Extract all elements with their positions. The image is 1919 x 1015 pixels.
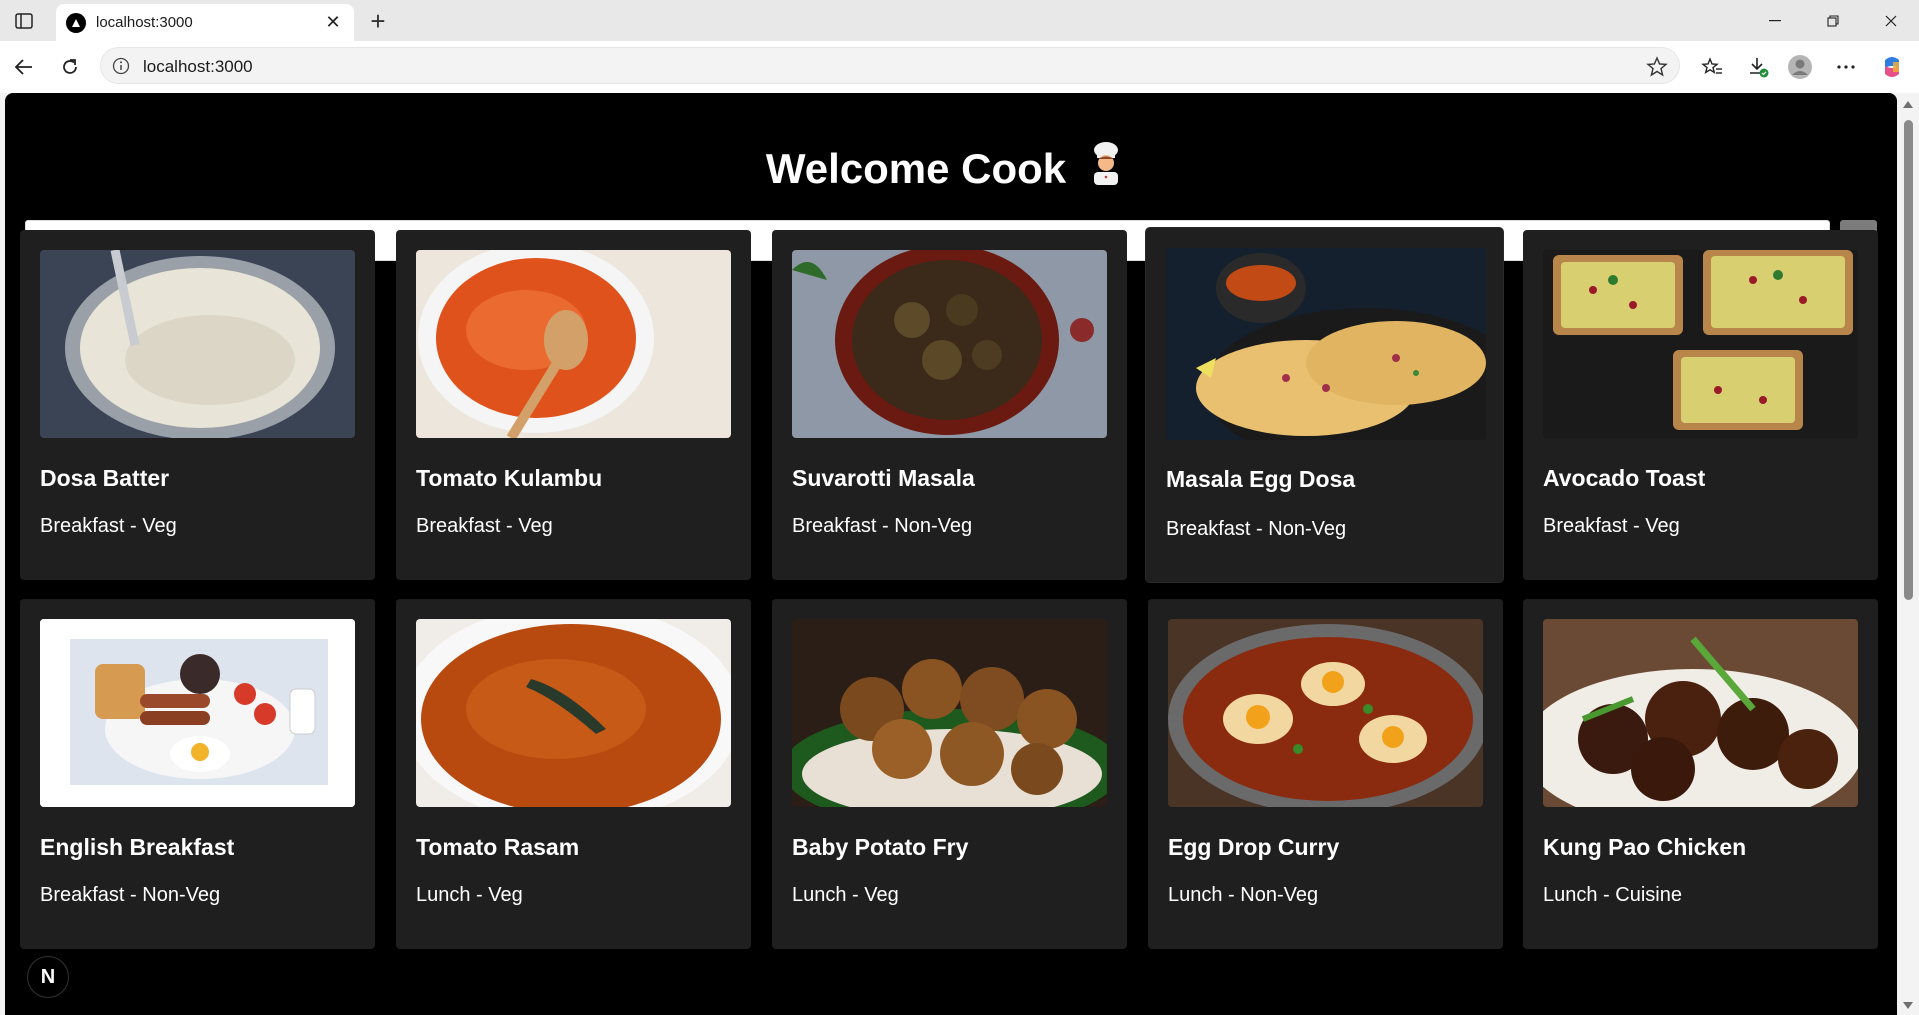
recipe-card[interactable]: English Breakfast Breakfast - Non-Veg (20, 599, 375, 949)
recipe-meta: Breakfast - Non-Veg (1166, 518, 1347, 540)
more-options-icon[interactable] (1830, 51, 1862, 83)
recipe-title: English Breakfast (40, 834, 235, 860)
favorites-icon[interactable] (1696, 51, 1728, 83)
restore-icon[interactable] (1810, 6, 1856, 36)
recipe-meta: Breakfast - Non-Veg (40, 884, 221, 906)
recipe-card[interactable]: Masala Egg Dosa Breakfast - Non-Veg (1146, 228, 1503, 582)
recipe-title: Baby Potato Fry (792, 834, 969, 860)
reload-icon[interactable] (54, 51, 86, 83)
kung-pao-chicken-image (1543, 619, 1858, 807)
egg-drop-curry-image (1168, 619, 1483, 807)
downloads-icon[interactable] (1742, 51, 1774, 83)
nextjs-dev-badge[interactable]: N (27, 956, 69, 998)
tomato-rasam-image (416, 619, 731, 807)
minimize-icon[interactable] (1752, 6, 1798, 36)
baby-potato-fry-image (792, 619, 1107, 807)
scroll-down-icon[interactable] (1903, 1002, 1913, 1009)
app-page: Welcome Cook Dosa Batter (5, 93, 1897, 1015)
recipe-card[interactable]: Avocado Toast Breakfast - Veg (1523, 230, 1878, 580)
recipe-title: Dosa Batter (40, 465, 170, 491)
chef-emoji-icon (1086, 141, 1126, 195)
dosa-batter-image (40, 250, 355, 438)
recipe-title: Masala Egg Dosa (1166, 466, 1356, 492)
close-tab-icon[interactable]: ✕ (322, 11, 344, 33)
recipe-title: Avocado Toast (1543, 465, 1706, 491)
recipe-title: Kung Pao Chicken (1543, 834, 1747, 860)
english-breakfast-image (40, 619, 355, 807)
scrollbar-thumb[interactable] (1904, 120, 1913, 600)
url-text: localhost:3000 (143, 57, 253, 76)
browser-tab[interactable]: localhost:3000 ✕ (56, 4, 354, 41)
favorite-star-icon[interactable] (1645, 55, 1669, 79)
new-tab-icon[interactable]: + (364, 6, 392, 36)
recipe-title: Tomato Kulambu (416, 465, 603, 491)
recipe-title: Tomato Rasam (416, 834, 580, 860)
close-window-icon[interactable] (1868, 6, 1914, 36)
recipe-meta: Breakfast - Non-Veg (792, 515, 973, 537)
recipe-meta: Breakfast - Veg (40, 515, 177, 537)
recipe-card[interactable]: Baby Potato Fry Lunch - Veg (772, 599, 1127, 949)
recipe-meta: Breakfast - Veg (416, 515, 553, 537)
recipe-meta: Lunch - Veg (792, 884, 899, 906)
profile-avatar-icon[interactable] (1784, 51, 1816, 83)
page-title: Welcome Cook (5, 141, 1887, 195)
recipe-title: Egg Drop Curry (1168, 834, 1340, 860)
browser-tab-bar: localhost:3000 ✕ + (0, 0, 1919, 41)
recipe-card[interactable]: Suvarotti Masala Breakfast - Non-Veg (772, 230, 1127, 580)
copilot-icon[interactable] (1876, 51, 1908, 83)
page-title-text: Welcome Cook (765, 145, 1067, 192)
tab-title: localhost:3000 (96, 14, 193, 31)
site-info-icon[interactable] (111, 56, 131, 76)
recipe-meta: Lunch - Veg (416, 884, 523, 906)
sidebar-toggle-icon[interactable] (12, 9, 36, 33)
recipe-meta: Lunch - Non-Veg (1168, 884, 1319, 906)
address-bar[interactable]: localhost:3000 (100, 47, 1680, 84)
browser-toolbar: localhost:3000 (0, 41, 1919, 93)
recipe-card[interactable]: Tomato Kulambu Breakfast - Veg (396, 230, 751, 580)
recipe-card[interactable]: Kung Pao Chicken Lunch - Cuisine (1523, 599, 1878, 949)
masala-egg-dosa-image (1166, 248, 1486, 440)
recipe-title: Suvarotti Masala (792, 465, 975, 491)
suvarotti-masala-image (792, 250, 1107, 438)
tomato-kulambu-image (416, 250, 731, 438)
recipe-meta: Lunch - Cuisine (1543, 884, 1682, 906)
recipe-card[interactable]: Dosa Batter Breakfast - Veg (20, 230, 375, 580)
page-scrollbar[interactable] (1898, 93, 1919, 1015)
recipe-card[interactable]: Tomato Rasam Lunch - Veg (396, 599, 751, 949)
recipe-card[interactable]: Egg Drop Curry Lunch - Non-Veg (1148, 599, 1503, 949)
avocado-toast-image (1543, 250, 1858, 438)
favicon-icon (66, 13, 86, 33)
scroll-up-icon[interactable] (1903, 101, 1913, 108)
recipe-meta: Breakfast - Veg (1543, 515, 1680, 537)
back-icon[interactable] (8, 51, 40, 83)
